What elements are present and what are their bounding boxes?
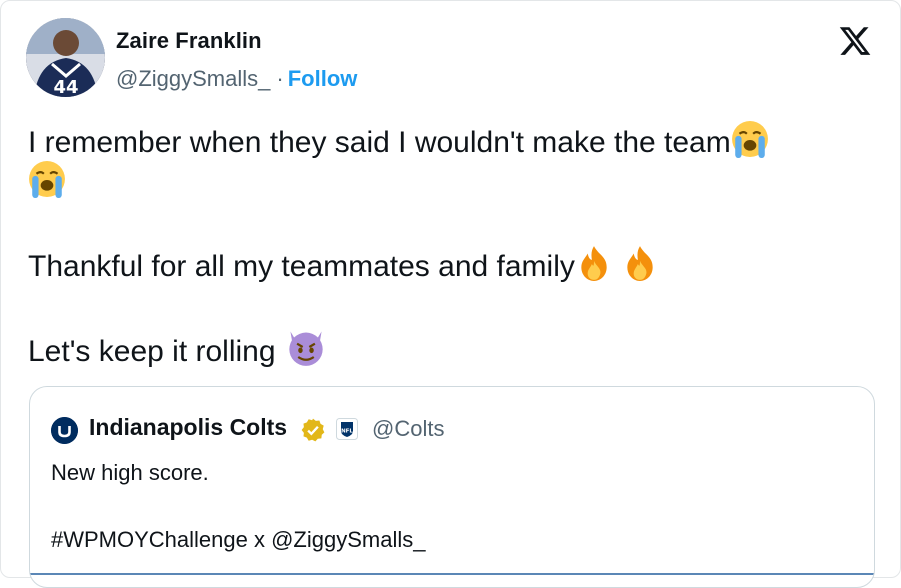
tweet-text-line-3: Thankful for all my teammates and family [28,244,868,288]
quoted-text-line-1: New high score. [51,460,209,485]
author-handle[interactable]: @ZiggySmalls_ [116,66,270,91]
loudly-crying-face-icon [731,121,768,158]
author-handle-row: @ZiggySmalls_ · Follow [116,66,357,92]
tweet-line-3: Thankful for all my teammates and family [28,250,575,283]
quoted-text-line-2: #WPMOYChallenge x @ZiggySmalls_ [51,527,426,552]
quoted-media-preview[interactable] [30,573,874,575]
loudly-crying-face-icon [29,161,65,198]
nfl-shield-icon: NFL [336,418,358,440]
tweet-text-line-4: Let's keep it rolling [28,327,868,373]
tweet-card: 44 Zaire Franklin @ZiggySmalls_ · Follow I… [0,0,901,588]
x-logo-icon[interactable] [837,24,873,58]
smiling-face-with-horns-icon [288,331,323,366]
tweet-text-line-2 [28,160,868,204]
quoted-author-name[interactable]: Indianapolis Colts [89,414,287,441]
follow-button[interactable]: Follow [288,66,358,91]
avatar-jersey-number: 44 [53,77,78,97]
fire-icon [627,246,653,281]
colts-avatar[interactable] [51,417,78,444]
separator-dot: · [276,66,284,91]
nfl-badge-text: NFL [341,429,353,435]
quoted-author-handle[interactable]: @Colts [372,416,444,442]
tweet-text-line-1: I remember when they said I wouldn't mak… [28,120,868,164]
avatar-image: 44 [26,18,105,97]
author-name[interactable]: Zaire Franklin [116,28,262,54]
verified-badge-icon [301,418,325,442]
tweet-line-1: I remember when they said I wouldn't mak… [28,126,731,159]
fire-icon [581,246,607,281]
author-avatar[interactable]: 44 [26,18,105,97]
quoted-tweet[interactable]: Indianapolis Colts NFL @Colts New high s… [29,386,875,588]
tweet-line-4: Let's keep it rolling [28,335,276,368]
